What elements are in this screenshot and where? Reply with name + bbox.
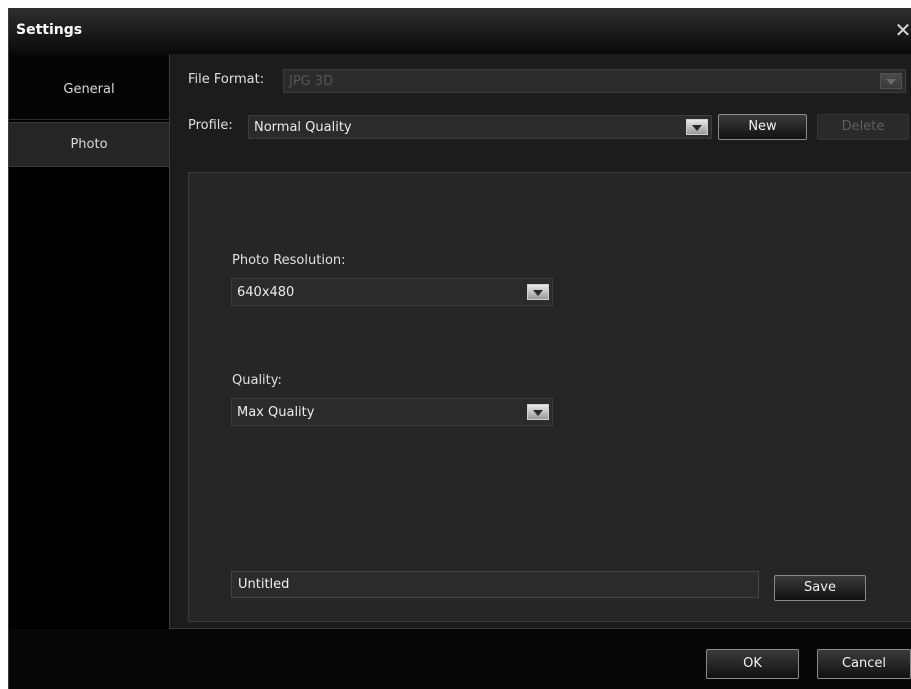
tab-photo[interactable]: Photo: [9, 122, 169, 167]
photo-resolution-value: 640x480: [237, 285, 295, 300]
profile-select[interactable]: Normal Quality: [248, 115, 712, 139]
chevron-down-icon[interactable]: [527, 404, 549, 420]
photo-resolution-label: Photo Resolution:: [232, 253, 346, 268]
quality-value: Max Quality: [237, 405, 315, 420]
profile-name-input[interactable]: Untitled: [231, 571, 759, 598]
quality-label: Quality:: [232, 373, 282, 388]
profile-name-value: Untitled: [238, 577, 290, 592]
profile-label: Profile:: [188, 118, 233, 133]
ok-button[interactable]: OK: [706, 649, 799, 679]
chevron-down-icon[interactable]: [686, 119, 708, 135]
cancel-button[interactable]: Cancel: [817, 649, 911, 679]
settings-dialog: Settings ✕ General Photo File Format: JP…: [8, 8, 911, 689]
settings-sidebar: General Photo: [9, 54, 169, 629]
tab-general[interactable]: General: [9, 54, 169, 120]
quality-select[interactable]: Max Quality: [231, 398, 553, 426]
chevron-down-icon: [880, 73, 902, 89]
profile-value: Normal Quality: [254, 120, 352, 135]
delete-profile-button[interactable]: Delete: [817, 114, 909, 140]
dialog-footer: OK Cancel: [9, 629, 911, 689]
photo-resolution-select[interactable]: 640x480: [231, 278, 553, 306]
title-bar: Settings ✕: [9, 8, 911, 55]
profile-options-panel: Photo Resolution: 640x480 Quality: Max Q…: [188, 172, 911, 622]
photo-settings-panel: File Format: JPG 3D Profile: Normal Qual…: [169, 54, 911, 629]
chevron-down-icon[interactable]: [527, 284, 549, 300]
save-profile-button[interactable]: Save: [774, 575, 866, 601]
file-format-label: File Format:: [188, 72, 265, 87]
file-format-select[interactable]: JPG 3D: [283, 69, 906, 93]
dialog-title: Settings: [16, 22, 83, 38]
new-profile-button[interactable]: New: [718, 114, 807, 140]
file-format-value: JPG 3D: [289, 74, 334, 89]
close-icon[interactable]: ✕: [894, 17, 911, 43]
